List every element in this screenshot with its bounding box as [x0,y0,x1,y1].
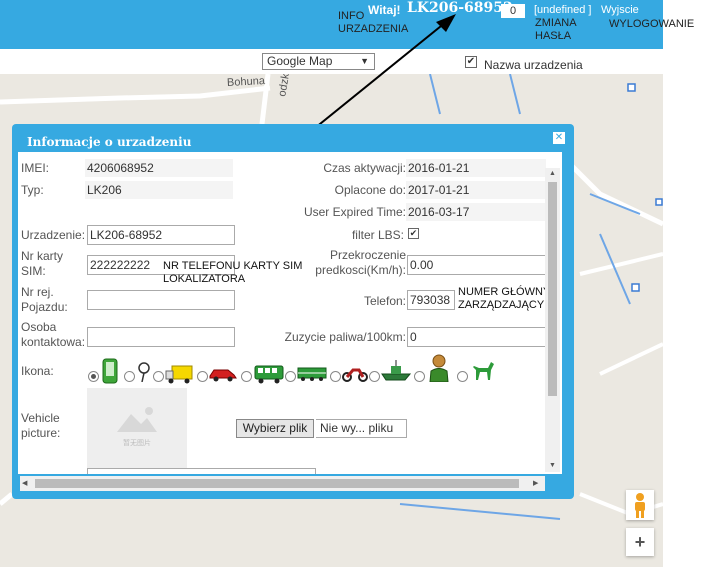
horizontal-scroll-thumb[interactable] [35,479,519,488]
icon-radio-truck[interactable] [153,371,164,382]
plate-input[interactable] [87,290,235,310]
car-icon[interactable] [208,366,238,382]
phone-label: Telefon: [363,294,406,308]
close-icon[interactable]: ✕ [553,132,565,144]
device-name-input[interactable]: LK206-68952 [87,225,235,245]
icon-radio-train[interactable] [285,371,296,382]
image-placeholder-icon [117,407,157,432]
device-name-label: Urzadzenie: [21,228,86,242]
filter-lbs-label: filter LBS: [351,228,404,242]
speed-limit-label: Przekroczenie predkosci(Km/h): [315,248,406,277]
type-value: LK206 [85,181,233,199]
truck-icon[interactable] [165,364,193,384]
paid-until-value: 2017-01-21 [406,181,546,199]
icon-radio-boat[interactable] [369,371,380,382]
street-view-pegman[interactable] [626,490,654,520]
activation-label: Czas aktywacji: [323,161,406,175]
icon-radio-dog[interactable] [457,371,468,382]
placeholder-text: 暂无图片 [123,440,151,447]
next-input-edge[interactable] [87,468,316,474]
pin-icon[interactable] [137,362,151,382]
icon-radio-motorcycle[interactable] [330,371,341,382]
contact-label: Osoba kontaktowa: [21,320,86,349]
pegman-icon [635,493,645,518]
annotation-phone: NUMER GŁÓWNY ZARZĄDZAJĄCY [458,286,551,311]
zoom-in-button[interactable]: + [626,528,654,556]
phone-icon[interactable] [101,358,119,384]
icon-radio-car[interactable] [197,371,208,382]
plate-label: Nr rej. Pojazdu: [21,285,68,314]
paid-until-label: Oplacone do: [334,183,406,197]
boat-icon[interactable] [381,360,411,382]
fuel-label: Zuzycie paliwa/100km: [284,330,406,344]
icon-radio-pin[interactable] [124,371,135,382]
dog-icon[interactable] [470,356,496,382]
scroll-left-icon[interactable]: ◀ [22,479,27,487]
phone-input[interactable]: 793038 [407,290,455,310]
speed-limit-input[interactable]: 0.00 [407,255,547,275]
filter-lbs-checkbox[interactable]: ✔ [408,228,419,239]
activation-value: 2016-01-21 [406,159,546,177]
icon-radio-phone[interactable] [88,371,99,382]
imei-value: 4206068952 [85,159,233,177]
icon-radio-bus[interactable] [241,371,252,382]
user-expired-label: User Expired Time: [303,205,406,219]
choose-file-button[interactable]: Wybierz plik [236,419,314,438]
type-label: Typ: [21,183,44,197]
user-expired-value: 2016-03-17 [406,203,546,221]
train-icon[interactable] [297,366,327,382]
dialog-body: IMEI: 4206068952 Czas aktywacji: 2016-01… [18,152,562,474]
vehicle-picture-placeholder: 暂无图片 [87,388,187,468]
motorcycle-icon[interactable] [342,366,368,382]
icon-label: Ikona: [21,364,54,378]
scroll-up-icon[interactable]: ▲ [549,170,556,177]
icon-radio-person[interactable] [414,371,425,382]
fuel-input[interactable]: 0 [407,327,547,347]
contact-input[interactable] [87,327,235,347]
bus-icon[interactable] [254,364,284,384]
person-icon[interactable] [428,354,450,382]
dialog-title: Informacje o urzadzeniu [27,135,192,149]
scroll-right-icon[interactable]: ▶ [533,479,538,487]
vehicle-picture-label: Vehicle picture: [21,411,61,440]
imei-label: IMEI: [21,161,50,175]
vertical-scroll-thumb[interactable] [548,182,557,396]
sim-label: Nr karty SIM: [21,249,63,278]
scroll-down-icon[interactable]: ▼ [549,462,556,469]
annotation-sim: NR TELEFONU KARTY SIM LOKALIZATORA [163,260,303,285]
no-file-chosen-text: Nie wy... pliku [316,419,407,438]
